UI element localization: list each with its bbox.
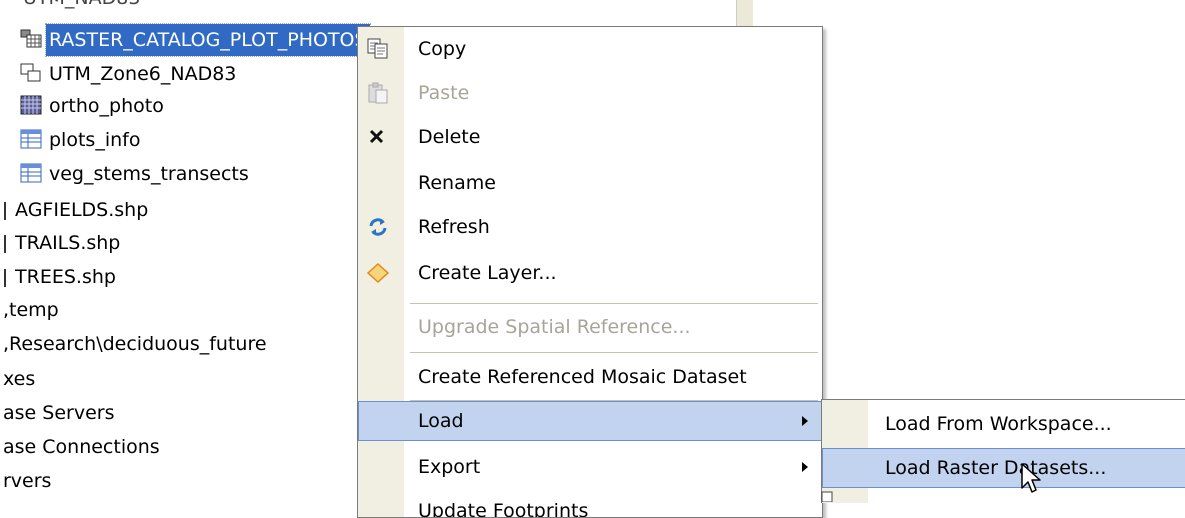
menu-item-label: Rename <box>418 172 496 194</box>
tree-item-label: xes <box>3 368 36 390</box>
tree-item-label: AGFIELDS.shp <box>15 199 149 221</box>
tree-item-database-connections[interactable]: ase Connections <box>0 431 163 463</box>
tree-item-label: plots_info <box>49 129 141 151</box>
menu-item-label: Create Referenced Mosaic Dataset <box>418 366 747 388</box>
menu-item-load-raster-datasets[interactable]: Load Raster Datasets... <box>822 448 1185 488</box>
tree-item-label: ortho_photo <box>49 95 164 117</box>
tree-item-label: ,temp <box>3 299 59 321</box>
tree-item-research[interactable]: ,Research\deciduous_future <box>0 328 270 360</box>
submenu-arrow-icon <box>802 462 808 472</box>
menu-item-label: Export <box>418 456 481 478</box>
delete-icon <box>369 129 384 144</box>
tree-item-database-servers[interactable]: ase Servers <box>0 397 117 429</box>
tree-item-label: TRAILS.shp <box>15 232 121 254</box>
tree-item-veg-stems[interactable]: veg_stems_transects <box>20 158 252 190</box>
menu-item-label: Create Layer... <box>418 262 557 284</box>
menu-item-label: Copy <box>418 38 467 60</box>
menu-item-label: Load Raster Datasets... <box>885 457 1107 479</box>
tree-item-plots-info[interactable]: plots_info <box>20 124 143 156</box>
menu-item-create-referenced-mosaic[interactable]: Create Referenced Mosaic Dataset <box>358 357 822 397</box>
shapefile-icon <box>4 234 6 253</box>
feature-dataset-icon <box>20 63 41 81</box>
tree-item-label: UTM_Zone6_NAD83 <box>49 63 237 85</box>
menu-separator <box>410 303 818 304</box>
raster-catalog-icon <box>20 29 42 47</box>
tree-item-servers[interactable]: rvers <box>0 465 54 497</box>
submenu-arrow-icon <box>802 416 808 426</box>
paste-icon <box>368 82 388 104</box>
context-menu: Copy Paste Delete Rename Refresh Create … <box>357 26 823 518</box>
tree-item-label: RASTER_CATALOG_PLOT_PHOTOS <box>45 23 371 57</box>
tree-item-trails[interactable]: TRAILS.shp <box>4 227 123 259</box>
menu-item-paste[interactable]: Paste <box>358 73 822 113</box>
tree-item-raster-catalog[interactable]: RASTER_CATALOG_PLOT_PHOTOS <box>20 23 371 57</box>
tree-item-label: rvers <box>3 470 52 492</box>
partial-menu-icon <box>821 491 833 502</box>
menu-item-load[interactable]: Load <box>358 401 822 441</box>
menu-item-refresh[interactable]: Refresh <box>358 207 822 247</box>
load-submenu: Load From Workspace... Load Raster Datas… <box>821 399 1185 503</box>
menu-item-label: Load <box>418 410 464 432</box>
raster-dataset-icon <box>20 95 42 114</box>
tree-item-agfields[interactable]: AGFIELDS.shp <box>4 194 151 226</box>
menu-item-load-from-workspace[interactable]: Load From Workspace... <box>822 404 1185 444</box>
menu-item-export[interactable]: Export <box>358 447 822 487</box>
tree-item-label: ,Research\deciduous_future <box>3 333 267 355</box>
shapefile-icon <box>4 268 6 287</box>
menu-item-label: Load From Workspace... <box>885 413 1112 435</box>
tree-item-label: ase Servers <box>3 402 115 424</box>
table-icon <box>20 129 42 148</box>
menu-item-label: Refresh <box>418 216 490 238</box>
menu-separator <box>410 352 818 353</box>
create-layer-icon <box>366 262 390 284</box>
menu-item-update-footprints[interactable]: Update Footprints <box>358 491 822 517</box>
table-icon <box>20 163 42 182</box>
tree-item-label: veg_stems_transects <box>49 163 249 185</box>
tree-item-toolboxes[interactable]: xes <box>0 363 38 395</box>
tree-item-label: UTM_NAD83 <box>20 0 143 14</box>
menu-item-create-layer[interactable]: Create Layer... <box>358 253 822 293</box>
tree-item-label: ase Connections <box>3 436 160 458</box>
tree-item-ortho-photo[interactable]: ortho_photo <box>20 90 167 122</box>
tree-item-utm-zone6[interactable]: UTM_Zone6_NAD83 <box>20 58 239 90</box>
menu-item-delete[interactable]: Delete <box>358 117 822 157</box>
menu-item-label: Paste <box>418 82 470 104</box>
menu-item-rename[interactable]: Rename <box>358 163 822 203</box>
menu-item-copy[interactable]: Copy <box>358 29 822 69</box>
mouse-pointer-icon <box>1021 463 1041 493</box>
menu-item-upgrade-spatial-reference[interactable]: Upgrade Spatial Reference... <box>358 307 822 347</box>
tree-item-cut-top[interactable]: UTM_NAD83 <box>20 0 143 14</box>
copy-icon <box>367 38 388 59</box>
tree-item-temp[interactable]: ,temp <box>0 294 62 326</box>
refresh-icon <box>369 218 387 236</box>
tree-item-label: TREES.shp <box>15 266 116 288</box>
menu-item-label: Delete <box>418 126 481 148</box>
tree-item-trees[interactable]: TREES.shp <box>4 261 119 293</box>
shapefile-icon <box>4 201 6 220</box>
menu-item-label: Upgrade Spatial Reference... <box>418 316 691 338</box>
menu-item-label: Update Footprints <box>418 500 589 517</box>
